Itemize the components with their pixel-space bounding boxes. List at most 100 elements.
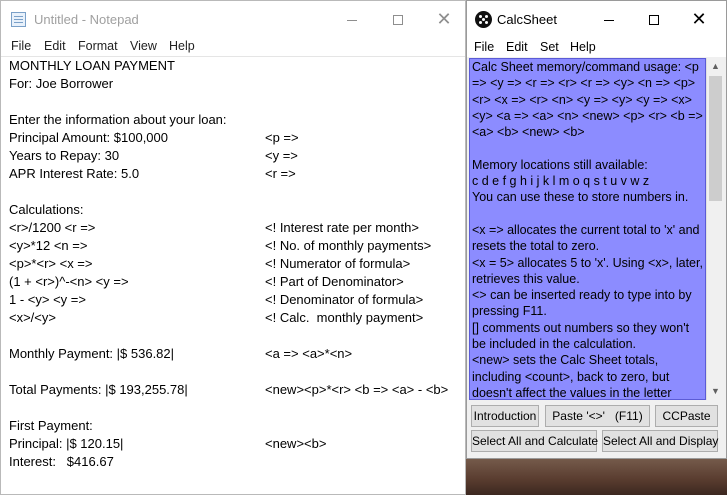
- calcsheet-window: CalcSheet ✕ File Edit Set Help Calc Shee…: [466, 0, 727, 459]
- notepad-minimize-button[interactable]: [329, 1, 375, 38]
- minimize-icon: [604, 19, 614, 21]
- editor-line: <x>/<y> <! Calc. monthly payment>: [9, 309, 423, 327]
- line-command: <! Interest rate per month>: [265, 220, 419, 235]
- editor-line: (1 + <r>)^-<n> <y => <! Part of Denominat…: [9, 273, 404, 291]
- minimize-icon: [347, 19, 357, 21]
- line-command: <! Denominator of formula>: [265, 292, 424, 307]
- line-command: <a => <a>*<n>: [265, 346, 353, 361]
- line-text: MONTHLY LOAN PAYMENT: [9, 58, 175, 73]
- notepad-menu-view[interactable]: View: [130, 38, 157, 55]
- line-text: (1 + <r>)^-<n> <y =>: [9, 274, 129, 289]
- line-text: Principal Amount: $100,000: [9, 130, 168, 145]
- notepad-maximize-button[interactable]: [375, 1, 421, 38]
- calcsheet-app-icon: [475, 11, 492, 28]
- help-paragraph: Memory locations still available:: [472, 157, 648, 172]
- notepad-menu-file[interactable]: File: [11, 38, 31, 55]
- desktop-background: [466, 455, 727, 495]
- editor-line: Years to Repay: 30 <y =>: [9, 147, 298, 165]
- line-text: <x>/<y>: [9, 310, 56, 325]
- help-paragraph: You can use these to store numbers in.: [472, 190, 689, 205]
- help-paragraph: [] comments out numbers so they won't be…: [472, 320, 690, 352]
- editor-line: Principal: |$ 120.15| <new><b>: [9, 435, 326, 453]
- help-paragraph: Calc Sheet memory/command usage: <p => <…: [472, 60, 703, 140]
- line-text: <y>*12 <n =>: [9, 238, 88, 253]
- scroll-thumb[interactable]: [709, 76, 722, 201]
- line-command: <y =>: [265, 148, 298, 163]
- editor-line: APR Interest Rate: 5.0 <r =>: [9, 165, 296, 183]
- calcsheet-maximize-button[interactable]: [631, 1, 677, 38]
- line-text: Enter the information about your loan:: [9, 112, 227, 127]
- notepad-close-button[interactable]: ✕: [421, 1, 467, 38]
- notepad-text-editor[interactable]: MONTHLY LOAN PAYMENT For: Joe Borrower E…: [1, 57, 465, 494]
- line-text: APR Interest Rate: 5.0: [9, 166, 140, 181]
- line-command: <! No. of monthly payments>: [265, 238, 432, 253]
- scroll-down-arrow-icon[interactable]: ▼: [707, 383, 724, 400]
- line-command: <new><p>*<r> <b => <a> - <b>: [265, 382, 449, 397]
- notepad-menu-edit[interactable]: Edit: [44, 38, 66, 55]
- calcsheet-minimize-button[interactable]: [586, 1, 632, 38]
- calcsheet-titlebar[interactable]: CalcSheet ✕: [467, 1, 726, 37]
- line-text: First Payment:: [9, 418, 93, 433]
- calcsheet-menu-help[interactable]: Help: [570, 39, 596, 56]
- calcsheet-help-text: Calc Sheet memory/command usage: <p => <…: [472, 59, 705, 400]
- editor-line: MONTHLY LOAN PAYMENT: [9, 57, 175, 75]
- editor-line: Interest: $416.67: [9, 453, 114, 471]
- calcsheet-menu-set[interactable]: Set: [540, 39, 559, 56]
- line-text: <r>/1200 <r =>: [9, 220, 96, 235]
- select-all-display-button[interactable]: Select All and Display: [602, 430, 718, 452]
- editor-line: Principal Amount: $100,000 <p =>: [9, 129, 299, 147]
- line-text: Years to Repay: 30: [9, 148, 120, 163]
- maximize-icon: [393, 15, 403, 26]
- editor-line: <y>*12 <n => <! No. of monthly payments>: [9, 237, 431, 255]
- editor-line: 1 - <y> <y => <! Denominator of formula>: [9, 291, 423, 309]
- notepad-menu-format[interactable]: Format: [78, 38, 118, 55]
- line-text: Monthly Payment: |$ 536.82|: [9, 346, 175, 361]
- paste-brackets-button[interactable]: Paste '<>' (F11): [545, 405, 650, 427]
- help-paragraph: <new> sets the Calc Sheet totals, includ…: [472, 353, 672, 400]
- line-text: Total Payments: |$ 193,255.78|: [9, 382, 188, 397]
- line-text: Calculations:: [9, 202, 84, 217]
- editor-line: Total Payments: |$ 193,255.78| <new><p>*<…: [9, 381, 448, 399]
- notepad-titlebar[interactable]: Untitled - Notepad ✕: [1, 1, 465, 38]
- calcsheet-close-button[interactable]: ✕: [676, 1, 722, 38]
- editor-line: Enter the information about your loan:: [9, 111, 227, 129]
- calcsheet-help-textbox[interactable]: Calc Sheet memory/command usage: <p => <…: [469, 58, 706, 400]
- notepad-title: Untitled - Notepad: [34, 12, 139, 27]
- maximize-icon: [649, 15, 659, 26]
- editor-line: <r>/1200 <r => <! Interest rate per month…: [9, 219, 419, 237]
- help-paragraph: <> can be inserted ready to type into by…: [472, 288, 692, 319]
- line-command: <p =>: [265, 130, 299, 145]
- select-all-calculate-button[interactable]: Select All and Calculate: [471, 430, 598, 452]
- line-command: <new><b>: [265, 436, 327, 451]
- editor-line: For: Joe Borrower: [9, 75, 113, 93]
- line-command: <! Numerator of formula>: [265, 256, 411, 271]
- editor-line: Calculations:: [9, 201, 83, 219]
- notepad-app-icon: [11, 12, 26, 27]
- scroll-up-arrow-icon[interactable]: ▲: [707, 58, 724, 75]
- notepad-menu-help[interactable]: Help: [169, 38, 195, 55]
- close-icon: ✕: [436, 9, 452, 29]
- calcsheet-menu-edit[interactable]: Edit: [506, 39, 528, 56]
- help-paragraph: <x = 5> allocates 5 to 'x'. Using <x>, l…: [472, 255, 703, 286]
- help-spacer: [472, 206, 705, 222]
- line-text: <p>*<r> <x =>: [9, 256, 93, 271]
- line-command: <! Part of Denominator>: [265, 274, 404, 289]
- notepad-menubar: File Edit Format View Help: [1, 38, 465, 57]
- introduction-button[interactable]: Introduction: [471, 405, 539, 427]
- help-paragraph: c d e f g h i j k l m o q s t u v w z: [472, 174, 650, 189]
- ccpaste-button[interactable]: CCPaste: [655, 405, 718, 427]
- line-text: Interest: $416.67: [9, 454, 114, 469]
- calcsheet-menu-file[interactable]: File: [474, 39, 494, 56]
- editor-line: <p>*<r> <x => <! Numerator of formula>: [9, 255, 410, 273]
- line-command: <r =>: [265, 166, 296, 181]
- calcsheet-title: CalcSheet: [497, 12, 557, 27]
- line-text: 1 - <y> <y =>: [9, 292, 86, 307]
- help-paragraph: <x => allocates the current total to 'x'…: [472, 222, 700, 254]
- calcsheet-scrollbar[interactable]: ▲ ▼: [706, 58, 723, 400]
- notepad-window: Untitled - Notepad ✕ File Edit Format Vi…: [0, 0, 466, 495]
- line-text: Principal: |$ 120.15|: [9, 436, 124, 451]
- editor-line: First Payment:: [9, 417, 93, 435]
- calcsheet-menubar: File Edit Set Help: [467, 37, 726, 57]
- editor-line: Monthly Payment: |$ 536.82| <a => <a>*<n>: [9, 345, 352, 363]
- close-icon: ✕: [691, 9, 707, 29]
